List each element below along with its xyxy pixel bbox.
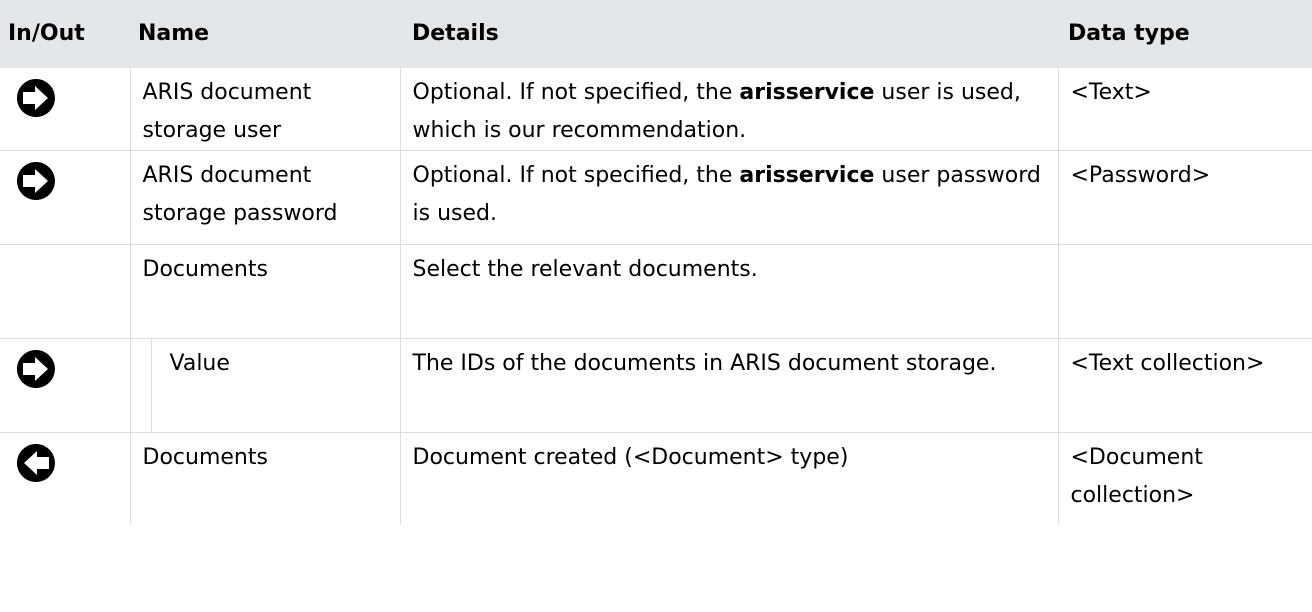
data-type-cell: <Text> xyxy=(1057,68,1312,151)
data-type-cell xyxy=(1057,244,1312,339)
details-cell: Optional. If not specified, the arisserv… xyxy=(399,150,1058,245)
table-row: Documents Select the relevant documents. xyxy=(0,244,1312,339)
data-type-cell: <Password> xyxy=(1057,150,1312,245)
table-row: ARIS document storage user Optional. If … xyxy=(0,68,1312,151)
name-cell: ARIS document storage password xyxy=(129,150,400,245)
header-name: Name xyxy=(130,0,400,68)
details-text: Optional. If not specified, the xyxy=(412,163,740,188)
in-out-cell xyxy=(0,150,130,245)
name-cell: Documents xyxy=(129,432,400,525)
in-out-cell xyxy=(0,433,130,526)
table-row: Documents Document created (<Document> t… xyxy=(0,432,1312,526)
data-type-cell: <Text collection> xyxy=(1057,338,1312,433)
in-out-cell xyxy=(0,68,130,151)
parameter-table: In/Out Name Details Data type ARIS docum… xyxy=(0,0,1312,525)
details-bold-text: arisservice xyxy=(739,163,875,188)
details-cell: Document created (<Document> type) xyxy=(399,432,1058,525)
in-out-cell xyxy=(0,244,130,339)
header-in-out: In/Out xyxy=(0,0,130,68)
details-text: Optional. If not specified, the xyxy=(412,80,740,105)
header-data-type: Data type xyxy=(1058,0,1312,68)
nested-name-label: Value xyxy=(169,351,230,376)
name-cell: Documents xyxy=(129,244,400,339)
details-cell: Select the relevant documents. xyxy=(399,244,1058,339)
indent-guide xyxy=(131,339,152,432)
output-arrow-icon xyxy=(16,444,55,482)
table-row: ARIS document storage password Optional.… xyxy=(0,150,1312,245)
name-cell: ARIS document storage user xyxy=(129,68,400,151)
table-row: Value The IDs of the documents in ARIS d… xyxy=(0,338,1312,433)
details-cell: The IDs of the documents in ARIS documen… xyxy=(399,338,1058,433)
table-header-row: In/Out Name Details Data type xyxy=(0,0,1312,68)
header-details: Details xyxy=(400,0,1058,68)
input-arrow-icon xyxy=(16,350,55,388)
input-arrow-icon xyxy=(16,79,55,117)
input-arrow-icon xyxy=(16,162,55,200)
data-type-cell: <Document collection> xyxy=(1057,432,1312,525)
name-cell: Value xyxy=(129,338,400,433)
in-out-cell xyxy=(0,338,130,433)
details-bold-text: arisservice xyxy=(739,80,875,105)
nested-name: Value xyxy=(143,339,396,432)
details-cell: Optional. If not specified, the arisserv… xyxy=(399,68,1058,151)
